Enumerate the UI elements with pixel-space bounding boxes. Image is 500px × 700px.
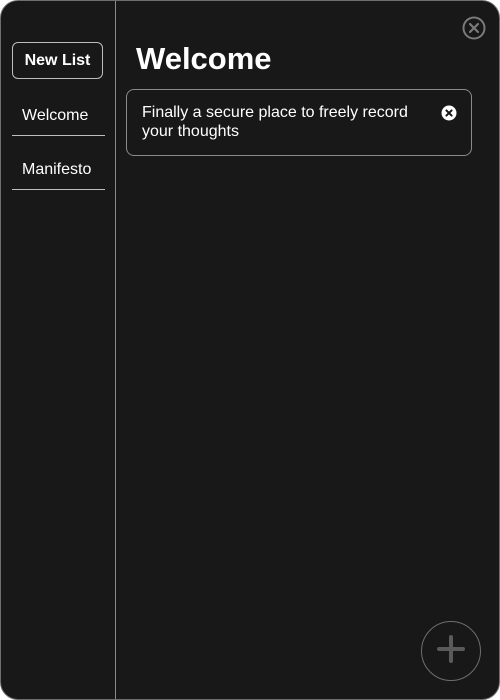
sidebar-item-welcome[interactable]: Welcome: [12, 97, 105, 136]
list-item-text: Finally a secure place to freely record …: [142, 104, 408, 140]
plus-icon: [437, 634, 465, 668]
add-entry-button[interactable]: [421, 621, 481, 681]
list-item[interactable]: Finally a secure place to freely record …: [126, 89, 472, 156]
sidebar-item-label: Manifesto: [22, 161, 92, 178]
page-title: Welcome: [136, 41, 272, 76]
sidebar-item-manifesto[interactable]: Manifesto: [12, 151, 105, 190]
sidebar-item-label: Welcome: [22, 107, 89, 124]
app-window: New List Welcome Manifesto Welcome Final…: [0, 0, 500, 700]
sidebar: New List Welcome Manifesto: [1, 1, 116, 699]
new-list-button[interactable]: New List: [12, 42, 103, 79]
delete-item-icon[interactable]: [441, 105, 457, 121]
close-window-icon[interactable]: [462, 16, 486, 40]
